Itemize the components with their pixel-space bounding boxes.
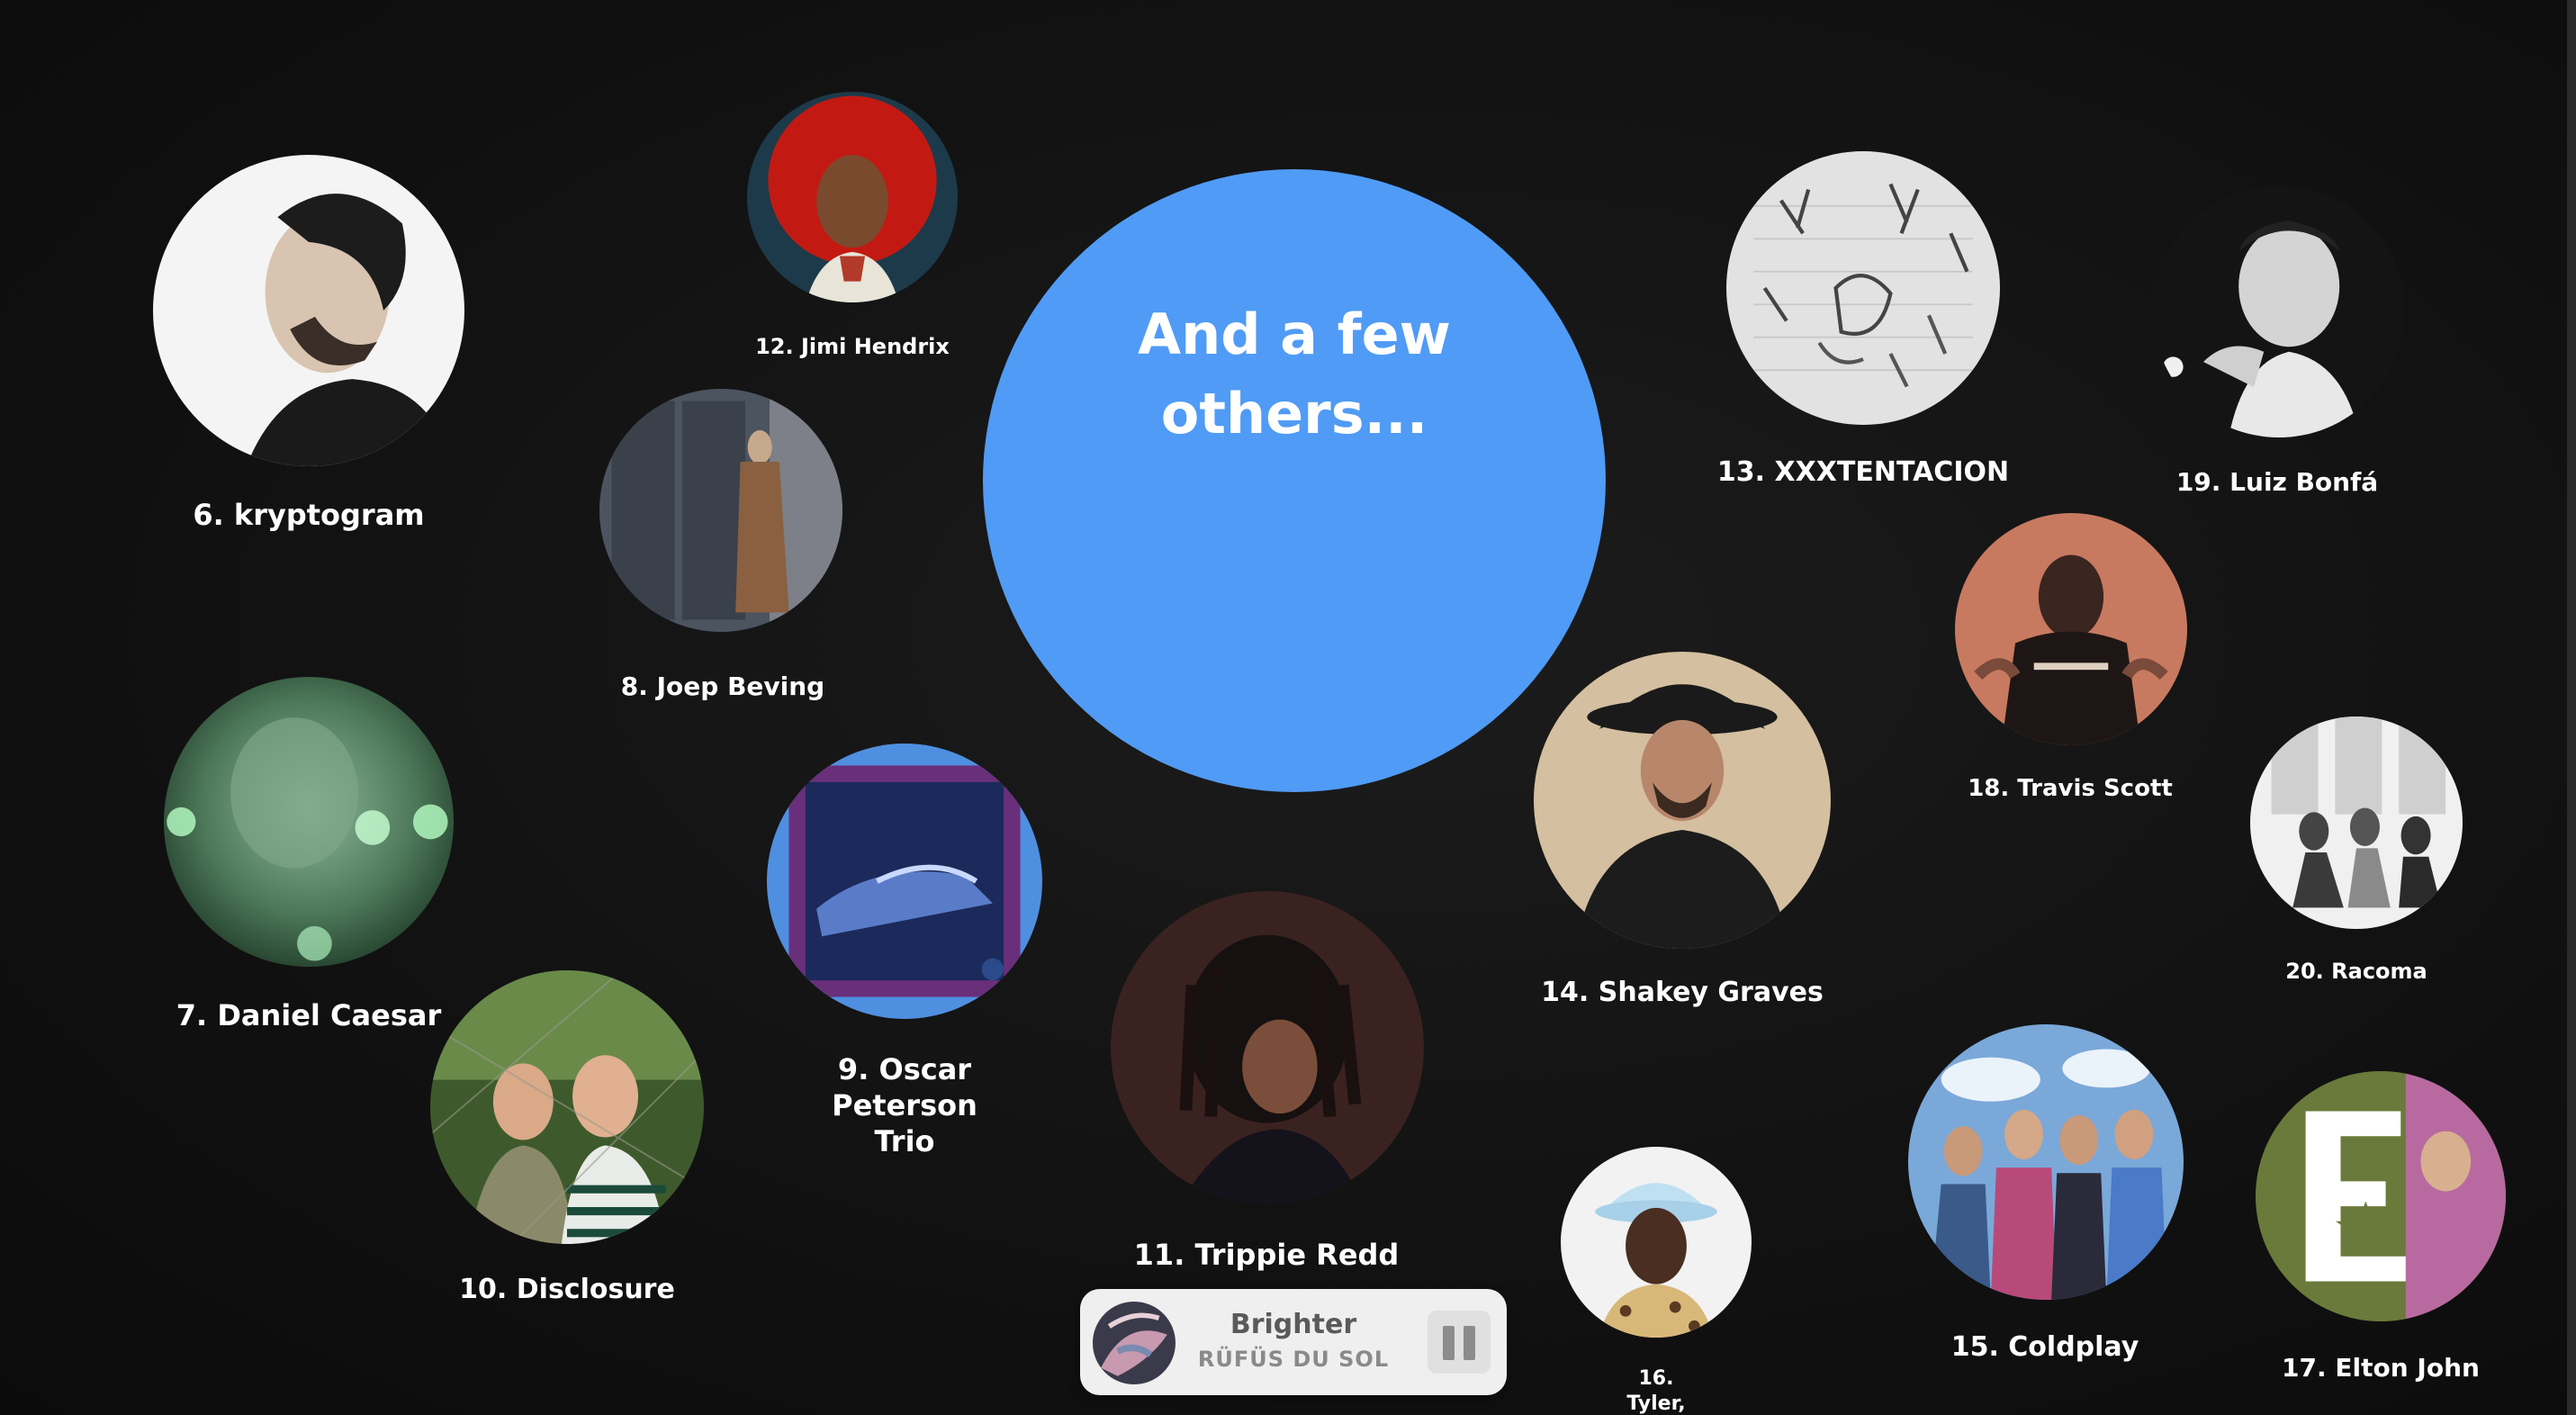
track-title: Brighter xyxy=(1229,1309,1357,1340)
artist-photo-xxxtentacion xyxy=(1726,151,2000,425)
now-playing-bar[interactable]: Brighter RÜFÜS DU SOL xyxy=(1080,1289,1507,1395)
artist-photo-travis-scott xyxy=(1955,513,2187,745)
artist-photo-daniel-caesar xyxy=(164,677,454,967)
window-edge xyxy=(2567,0,2576,1415)
album-art-icon xyxy=(1093,1302,1175,1384)
artist-label-joep-beving: 8. Joep Beving xyxy=(620,671,825,701)
artist-photo-trippie-redd xyxy=(1111,891,1424,1204)
track-artist: RÜFÜS DU SOL xyxy=(1197,1347,1390,1372)
artist-label-luiz-bonfa: 19. Luiz Bonfá xyxy=(2175,467,2379,497)
wrapped-stage: And a few others... 6. kryptogram 7. Dan… xyxy=(0,0,2576,1415)
pause-button[interactable] xyxy=(1428,1311,1491,1374)
hero-circle: And a few others... xyxy=(983,169,1606,792)
artist-photo-jimi-hendrix xyxy=(747,92,958,302)
artist-label-xxxtentacion: 13. XXXTENTACION xyxy=(1716,456,2010,488)
artist-label-disclosure: 10. Disclosure xyxy=(459,1274,675,1305)
artist-photo-kryptogram xyxy=(153,155,464,466)
artist-photo-luiz-bonfa xyxy=(2153,185,2405,437)
artist-label-shakey-graves: 14. Shakey Graves xyxy=(1541,977,1824,1008)
artist-photo-coldplay xyxy=(1908,1024,2184,1300)
artist-label-travis-scott: 18. Travis Scott xyxy=(1968,775,2173,802)
artist-label-racoma: 20. Racoma xyxy=(2285,959,2427,984)
artist-photo-shakey-graves xyxy=(1534,652,1831,949)
artist-photo-elton-john xyxy=(2256,1071,2506,1321)
artist-photo-joep-beving xyxy=(599,389,842,632)
hero-heading: And a few others... xyxy=(1138,302,1451,446)
artist-label-elton-john: 17. Elton John xyxy=(2282,1353,2480,1383)
artist-label-oscar-peterson-trio: 9. Oscar Peterson Trio xyxy=(832,1052,977,1158)
artist-label-kryptogram: 6. kryptogram xyxy=(193,498,425,532)
artist-photo-racoma xyxy=(2250,717,2463,929)
artist-label-coldplay: 15. Coldplay xyxy=(1950,1331,2139,1363)
artist-label-jimi-hendrix: 12. Jimi Hendrix xyxy=(755,334,950,359)
artist-label-daniel-caesar: 7. Daniel Caesar xyxy=(176,998,442,1032)
artist-label-trippie-redd: 11. Trippie Redd xyxy=(1133,1238,1400,1272)
artist-photo-disclosure xyxy=(430,970,704,1244)
pause-icon-bar xyxy=(1464,1326,1475,1360)
pause-icon xyxy=(1443,1326,1455,1360)
album-cover-oscar-peterson-trio xyxy=(767,744,1042,1019)
artist-label-tyler-the-creator: 16. Tyler, The Creator xyxy=(1626,1367,1686,1415)
artist-photo-tyler-the-creator xyxy=(1561,1147,1752,1338)
